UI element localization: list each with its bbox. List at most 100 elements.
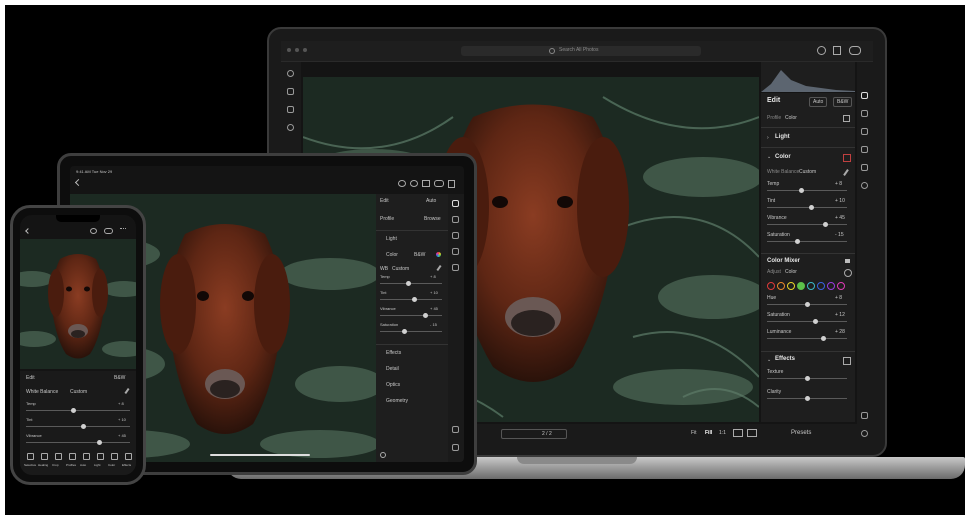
color-swatch[interactable]	[767, 282, 775, 290]
slider-track[interactable]	[767, 239, 847, 244]
tool-profiles-icon[interactable]	[69, 453, 76, 460]
slider-knob[interactable]	[795, 239, 801, 244]
bw-button[interactable]: B&W	[833, 97, 853, 107]
slider-track[interactable]	[26, 408, 130, 413]
slider-knob[interactable]	[422, 313, 428, 318]
crop-icon[interactable]	[452, 216, 459, 223]
radial-gradient-icon[interactable]	[861, 182, 868, 189]
auto-button[interactable]: Auto	[809, 97, 828, 107]
slider-track[interactable]	[767, 376, 847, 381]
back-icon[interactable]	[25, 228, 31, 234]
share-icon[interactable]	[448, 180, 455, 188]
eyedropper-icon[interactable]	[843, 169, 849, 176]
presets-icon[interactable]	[452, 444, 459, 451]
cloud-icon[interactable]	[434, 180, 444, 187]
grid-view-icon[interactable]	[747, 429, 757, 437]
back-icon[interactable]	[74, 178, 83, 187]
section-optics[interactable]: Optics	[386, 382, 400, 388]
slider-track[interactable]	[380, 281, 442, 286]
wb-value[interactable]: Custom	[392, 266, 409, 272]
slider-knob[interactable]	[809, 205, 814, 210]
slider-track[interactable]	[767, 222, 847, 227]
fill-button[interactable]: Fill	[705, 430, 712, 436]
bw-button[interactable]: B&W	[114, 375, 125, 381]
tool-auto-icon[interactable]	[83, 453, 90, 460]
section-light[interactable]: Light	[386, 236, 397, 242]
white-balance-value[interactable]: Custom	[70, 389, 87, 395]
white-balance-value[interactable]: Custom	[799, 169, 816, 175]
healing-icon[interactable]	[861, 128, 868, 135]
tool-color-icon[interactable]	[111, 453, 118, 460]
color-mixer-icon[interactable]	[845, 259, 850, 263]
section-light[interactable]: Light	[775, 134, 790, 140]
slider-knob[interactable]	[805, 302, 810, 307]
slider-knob[interactable]	[405, 281, 411, 286]
slider-knob[interactable]	[821, 336, 826, 341]
slider-knob[interactable]	[401, 329, 407, 334]
slider-track[interactable]	[767, 396, 847, 401]
compare-icon[interactable]	[733, 429, 743, 437]
section-geometry[interactable]: Geometry	[386, 398, 408, 404]
profile-browse[interactable]: Browse	[424, 216, 441, 222]
section-detail[interactable]: Detail	[386, 366, 399, 372]
auto-button[interactable]: Auto	[426, 198, 436, 204]
filmstrip-controls[interactable]: 2 / 2	[501, 429, 567, 439]
color-swatch[interactable]	[777, 282, 785, 290]
search-input[interactable]: Search All Photos	[461, 46, 701, 56]
slider-track[interactable]	[767, 302, 847, 307]
slider-knob[interactable]	[798, 188, 804, 193]
tool-crop-icon[interactable]	[55, 453, 62, 460]
edit-icon[interactable]	[452, 200, 459, 207]
slider-track[interactable]	[26, 440, 130, 445]
zoom-dot[interactable]	[303, 48, 307, 52]
tool-healing-icon[interactable]	[41, 453, 48, 460]
target-icon[interactable]	[844, 269, 852, 277]
tool-light-icon[interactable]	[97, 453, 104, 460]
bw-label[interactable]: B&W	[414, 252, 425, 258]
profile-browse-icon[interactable]	[843, 115, 850, 122]
profile-value[interactable]: Color	[785, 115, 797, 121]
slider-knob[interactable]	[813, 319, 818, 324]
brush-icon[interactable]	[452, 248, 459, 255]
tool-selective-icon[interactable]	[27, 453, 34, 460]
add-photos-icon[interactable]	[287, 70, 294, 77]
redo-icon[interactable]	[410, 180, 418, 187]
color-swatch[interactable]	[787, 282, 795, 290]
undo-icon[interactable]	[398, 180, 406, 187]
effects-icon[interactable]	[843, 357, 851, 365]
section-color[interactable]: Color	[386, 252, 398, 258]
slider-knob[interactable]	[805, 376, 810, 381]
color-swatch[interactable]	[837, 282, 845, 290]
slider-track[interactable]	[380, 313, 442, 318]
color-swatch[interactable]	[817, 282, 825, 290]
slider-knob[interactable]	[81, 424, 87, 429]
eyedropper-icon[interactable]	[124, 387, 130, 395]
color-wheel-icon[interactable]	[436, 252, 441, 257]
healing-icon[interactable]	[452, 232, 459, 239]
bw-toggle-icon[interactable]	[843, 154, 851, 162]
share-icon[interactable]	[833, 46, 841, 55]
crop-icon[interactable]	[861, 110, 868, 117]
section-color[interactable]: Color	[775, 154, 791, 160]
slider-track[interactable]	[380, 297, 442, 302]
section-effects[interactable]: Effects	[775, 356, 795, 362]
color-swatch[interactable]	[807, 282, 815, 290]
ratio-button[interactable]: 1:1	[719, 430, 726, 436]
edit-icon[interactable]	[861, 92, 868, 99]
gradient-icon[interactable]	[452, 264, 459, 271]
slider-knob[interactable]	[96, 440, 102, 445]
tag-icon[interactable]	[452, 426, 459, 433]
minimize-dot[interactable]	[295, 48, 299, 52]
color-swatch[interactable]	[827, 282, 835, 290]
slider-track[interactable]	[767, 205, 847, 210]
slider-track[interactable]	[380, 329, 442, 334]
slider-knob[interactable]	[70, 408, 76, 413]
tool-effects-icon[interactable]	[125, 453, 132, 460]
info-icon[interactable]	[380, 452, 386, 458]
eyedropper-icon[interactable]	[436, 264, 442, 272]
cloud-icon[interactable]	[104, 228, 113, 234]
close-dot[interactable]	[287, 48, 291, 52]
section-effects[interactable]: Effects	[386, 350, 401, 356]
home-icon[interactable]	[287, 88, 294, 95]
presets-button[interactable]: Presets	[791, 430, 811, 436]
